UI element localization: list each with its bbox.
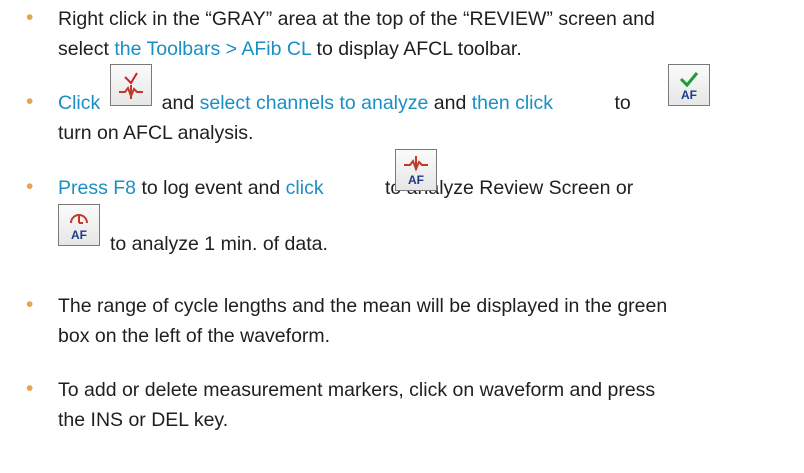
toolbars-link-text: the Toolbars > AFib CL [114, 38, 312, 60]
text: The range of cycle lengths and the mean … [58, 295, 668, 317]
bullet-marker: • [26, 6, 34, 29]
text: Right click in the “GRAY” area at the to… [58, 8, 655, 30]
afcl-timer-icon[interactable]: AF [58, 204, 100, 246]
text: box on the left of the waveform. [58, 325, 331, 347]
text: turn on AFCL analysis. [58, 122, 254, 144]
af-icon-text: AF [681, 88, 697, 102]
bullet-marker: • [26, 175, 34, 198]
bullet-1-line-1: Right click in the “GRAY” area at the to… [58, 4, 655, 34]
select-channels-link-text: select channels to analyze [199, 92, 429, 114]
af-icon-text: AF [71, 228, 87, 242]
text: to display AFCL toolbar. [311, 38, 522, 60]
afcl-review-icon[interactable]: AF [395, 149, 437, 191]
af-icon-text: AF [408, 173, 424, 187]
bullet-2-line-2: turn on AFCL analysis. [58, 118, 253, 148]
text: and [156, 92, 200, 114]
then-click-link-text: then click [471, 92, 554, 114]
bullet-marker: • [26, 293, 34, 316]
bullet-4-line-1: The range of cycle lengths and the mean … [58, 291, 667, 321]
bullet-3-line-1: Press F8 to log event and click to analy… [58, 173, 633, 203]
bullet-4-line-2: box on the left of the waveform. [58, 321, 330, 351]
click-link-text: Click [58, 92, 101, 114]
bullet-marker: • [26, 377, 34, 400]
text: To add or delete measurement markers, cl… [58, 379, 656, 401]
text: to analyze 1 min. of data. [110, 233, 328, 255]
click-link-text: click [285, 177, 324, 199]
text: and [428, 92, 472, 114]
bullet-marker: • [26, 90, 34, 113]
press-f8-link-text: Press F8 [58, 177, 137, 199]
afcl-check-icon[interactable]: AF [668, 64, 710, 106]
channel-select-icon[interactable] [110, 64, 152, 106]
text: to log event and [136, 177, 286, 199]
text: the INS or DEL key. [58, 409, 229, 431]
bullet-1-line-2: select the Toolbars > AFib CL to display… [58, 34, 522, 64]
bullet-5-line-2: the INS or DEL key. [58, 405, 228, 435]
text: to [609, 92, 631, 114]
bullet-5-line-1: To add or delete measurement markers, cl… [58, 375, 655, 405]
bullet-3-line-2: to analyze 1 min. of data. [110, 229, 328, 259]
text: select [58, 38, 115, 60]
